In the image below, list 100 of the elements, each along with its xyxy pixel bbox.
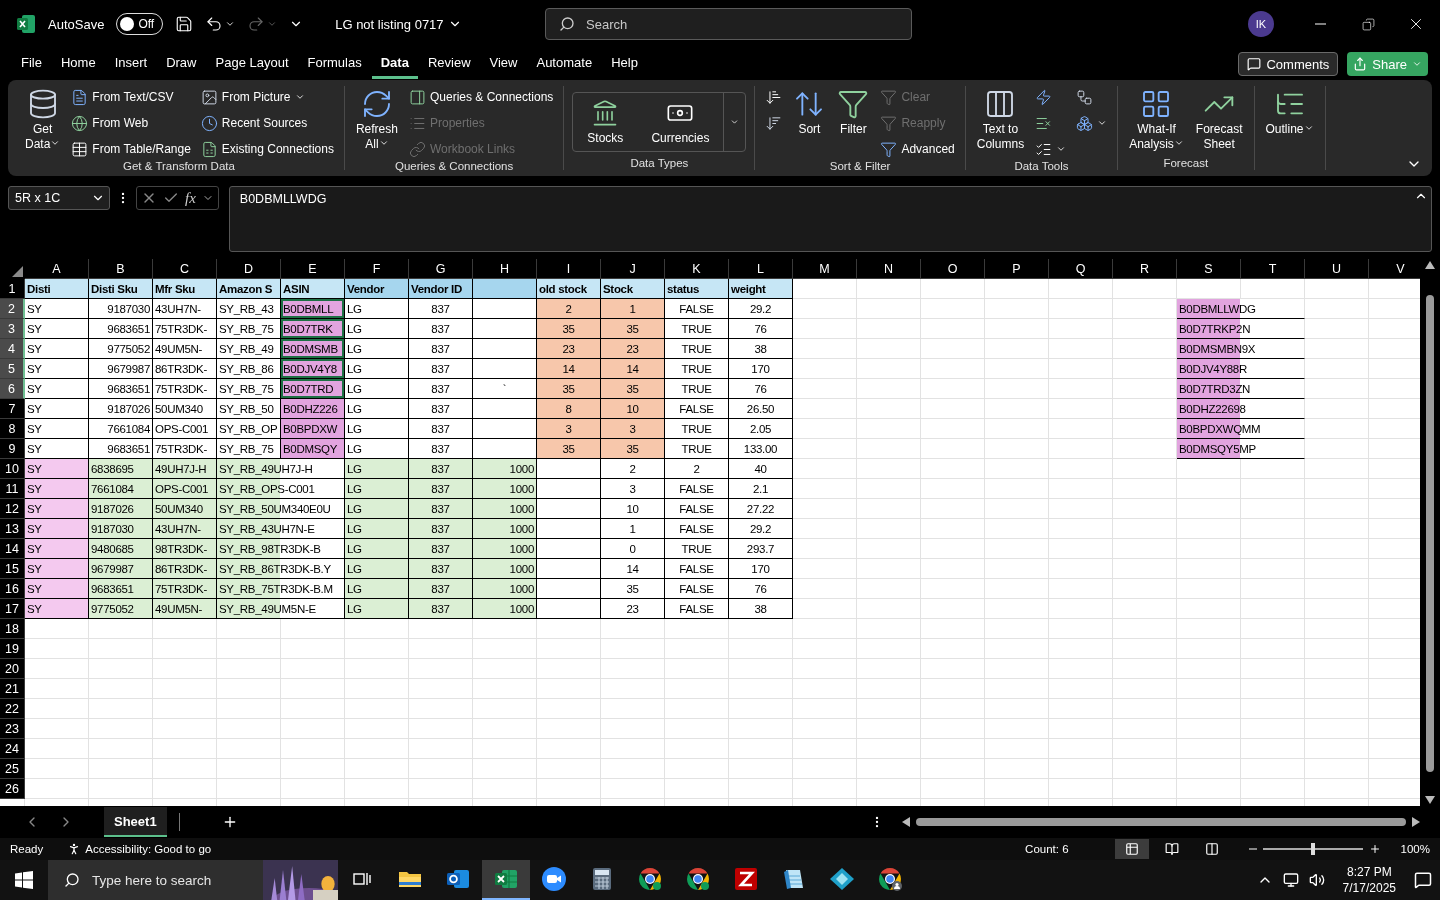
menu-tab[interactable]: Home [51,49,105,79]
accessibility-button[interactable]: Accessibility: Good to go [61,841,218,857]
row-header[interactable]: 14 [0,539,25,559]
ribbon-button[interactable]: Queries & Connections [406,86,556,108]
column-header[interactable]: E [281,259,345,279]
comments-button[interactable]: Comments [1238,52,1339,76]
save-button[interactable] [175,15,194,33]
row-header[interactable]: 1 [0,279,25,299]
table-cell: 837 [409,439,473,459]
ribbon-button[interactable]: Existing Connections [198,138,336,160]
menu-tab[interactable]: View [480,49,527,79]
scrollbar-thumb[interactable] [1426,295,1434,772]
ribbon-button[interactable]: Get Data [22,86,64,154]
row-header[interactable]: 19 [0,639,25,659]
column-header[interactable]: I [537,259,601,279]
ribbon-button[interactable]: From Text/CSV [69,86,193,108]
row-header[interactable]: 26 [0,779,25,799]
column-header[interactable]: Q [1049,259,1113,279]
zoom-slider-thumb[interactable] [1310,843,1315,855]
ribbon-button[interactable]: What-If Analysis [1126,86,1187,154]
ribbon-button[interactable]: Recent Sources [198,112,336,134]
row-header[interactable]: 3 [0,319,25,339]
redo-button[interactable] [247,15,278,33]
ribbon-button[interactable]: Text to Columns [973,86,1028,154]
row-header[interactable]: 9 [0,439,25,459]
row-header[interactable]: 11 [0,479,25,499]
table-cell: 1000 [473,599,537,619]
column-header[interactable]: H [473,259,537,279]
column-header[interactable]: P [985,259,1049,279]
row-header[interactable]: 22 [0,699,25,719]
column-header[interactable]: D [217,259,281,279]
row-header[interactable]: 4 [0,339,25,359]
sheet-tab[interactable]: Sheet1 [104,807,167,837]
ribbon-button[interactable]: From Web [69,112,193,134]
menu-tab[interactable]: Insert [105,49,157,79]
row-header[interactable]: 17 [0,599,25,619]
user-avatar[interactable]: IK [1248,11,1274,37]
row-header[interactable]: 23 [0,719,25,739]
ribbon-button[interactable]: Advanced [878,138,957,160]
ribbon-button[interactable]: From Table/Range [69,138,193,160]
column-header[interactable]: S [1177,259,1241,279]
insert-function-button[interactable]: fx [185,189,196,207]
menu-tab[interactable]: Review [418,49,480,79]
row-header[interactable]: 6 [0,379,25,399]
row-header[interactable]: 10 [0,459,25,479]
column-header[interactable]: F [345,259,409,279]
row-header[interactable]: 20 [0,659,25,679]
column-header[interactable]: R [1113,259,1177,279]
scroll-left-arrow-icon[interactable] [902,817,910,827]
menu-tab[interactable]: File [12,49,51,79]
column-header[interactable]: K [665,259,729,279]
column-header[interactable]: O [921,259,985,279]
menu-tab[interactable]: Draw [157,49,206,79]
menu-tab[interactable]: Formulas [298,49,371,79]
document-title[interactable]: LG not listing 0717 [329,15,468,33]
column-header[interactable]: U [1305,259,1369,279]
data-type-button[interactable]: Stocks [573,93,638,151]
column-header[interactable]: A [25,259,89,279]
name-box[interactable]: 5R x 1C [8,186,110,210]
undo-button[interactable] [205,15,236,33]
ribbon-button[interactable]: Forecast Sheet [1192,86,1246,154]
ribbon-button[interactable]: Sort [790,86,829,139]
scroll-down-arrow-icon[interactable] [1425,796,1435,804]
column-header[interactable]: J [601,259,665,279]
row-header[interactable]: 7 [0,399,25,419]
row-header[interactable]: 24 [0,739,25,759]
menu-tab[interactable]: Help [602,49,647,79]
row-header[interactable]: 8 [0,419,25,439]
row-header[interactable]: 2 [0,299,25,319]
column-header[interactable]: M [793,259,857,279]
row-header[interactable]: 25 [0,759,25,779]
column-header[interactable]: C [153,259,217,279]
column-header[interactable]: N [857,259,921,279]
ribbon-button[interactable]: Outline [1262,86,1317,139]
data-type-button[interactable]: Currencies [637,93,724,151]
column-header[interactable]: L [729,259,793,279]
column-header[interactable]: B [89,259,153,279]
row-header[interactable]: 5 [0,359,25,379]
row-header[interactable]: 12 [0,499,25,519]
scroll-right-arrow-icon[interactable] [1412,817,1420,827]
formula-field[interactable]: B0DBMLLWDG [228,186,1432,252]
clock-button[interactable]: 8:27 PM 7/17/2025 [1342,864,1396,896]
search-field[interactable]: Search [545,8,912,40]
view-button[interactable] [1114,839,1149,859]
column-header[interactable]: G [409,259,473,279]
row-header[interactable]: 16 [0,579,25,599]
row-header[interactable]: 13 [0,519,25,539]
menu-tab[interactable]: Page Layout [206,49,298,79]
menu-tab[interactable]: Automate [527,49,602,79]
calculator-icon [592,867,612,891]
ribbon-button[interactable]: From Picture [198,86,336,108]
scrollbar-thumb[interactable] [916,818,1406,826]
row-header[interactable]: 15 [0,559,25,579]
ribbon-button[interactable]: Refresh All [352,86,401,154]
scroll-up-arrow-icon[interactable] [1425,261,1435,269]
row-header[interactable]: 18 [0,619,25,639]
ribbon-button[interactable]: Filter [834,86,873,139]
row-header[interactable]: 21 [0,679,25,699]
column-header[interactable]: V [1369,259,1420,279]
column-header[interactable]: T [1241,259,1305,279]
